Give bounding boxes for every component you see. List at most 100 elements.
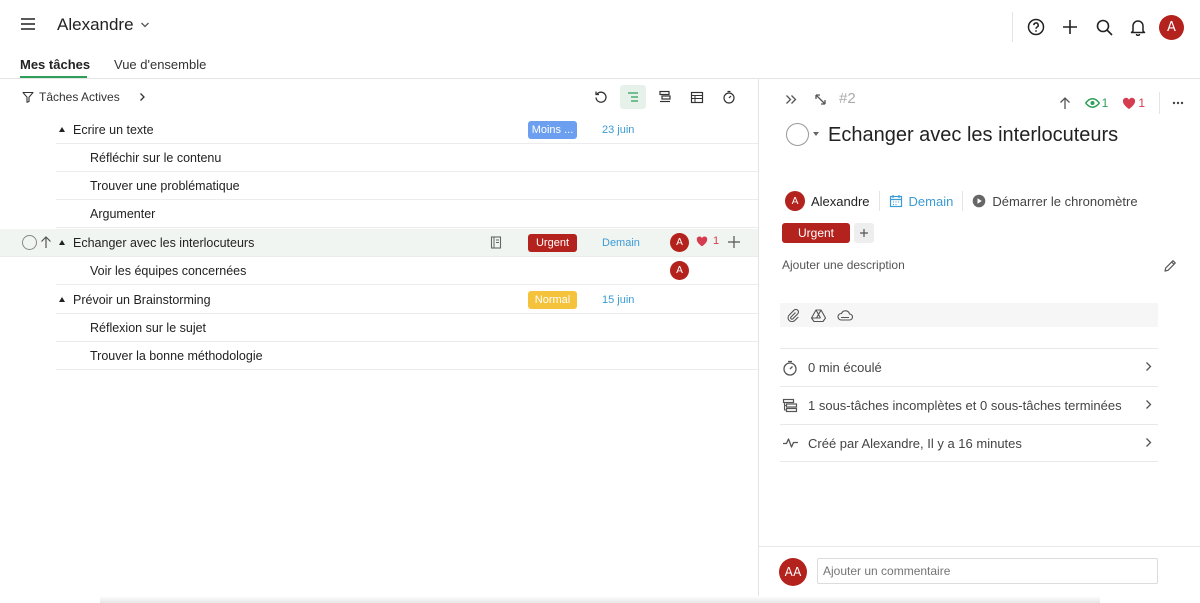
- task-row[interactable]: Prévoir un Brainstorming Normal 15 juin: [56, 286, 758, 314]
- note-icon[interactable]: [490, 236, 502, 249]
- task-title: Voir les équipes concernées: [90, 264, 247, 278]
- view-toolbar: [588, 85, 748, 109]
- add-tag-button[interactable]: [854, 223, 874, 243]
- chevron-right-icon[interactable]: [1145, 399, 1152, 410]
- help-icon[interactable]: [1019, 12, 1053, 42]
- task-title: Trouver une problématique: [90, 179, 240, 193]
- filter-selector[interactable]: Tâches Actives: [22, 90, 146, 104]
- google-drive-icon[interactable]: [811, 308, 826, 322]
- subtask-row[interactable]: Voir les équipes concernées A: [56, 257, 758, 285]
- workspace-selector[interactable]: Alexandre: [57, 15, 150, 35]
- caret-down-icon[interactable]: [813, 132, 819, 136]
- due-date-value: Demain: [908, 193, 954, 209]
- user-avatar[interactable]: A: [1159, 14, 1184, 40]
- task-title: Argumenter: [90, 207, 156, 221]
- table-view-icon[interactable]: [684, 85, 710, 109]
- list-view-icon[interactable]: [620, 85, 646, 109]
- priority-tag[interactable]: Urgent: [782, 223, 850, 243]
- description-field[interactable]: Ajouter une description: [782, 258, 905, 272]
- tab-mes-taches[interactable]: Mes tâches: [20, 57, 90, 72]
- assignee-avatar[interactable]: A: [670, 233, 689, 252]
- start-timer-button[interactable]: Démarrer le chronomètre: [972, 191, 1146, 211]
- chevron-right-icon[interactable]: [1145, 437, 1152, 448]
- subtask-row[interactable]: Réflexion sur le sujet: [56, 314, 758, 342]
- caret-expanded-icon[interactable]: [59, 127, 65, 132]
- workspace-name: Alexandre: [57, 15, 134, 34]
- comment-input[interactable]: [817, 558, 1158, 584]
- expand-icon[interactable]: [814, 93, 827, 106]
- assignee-field[interactable]: A Alexandre: [785, 191, 880, 211]
- task-title: Prévoir un Brainstorming: [73, 293, 211, 307]
- filter-label: Tâches Actives: [39, 90, 120, 104]
- task-title: Trouver la bonne méthodologie: [90, 349, 263, 363]
- timer-icon[interactable]: [716, 85, 742, 109]
- filter-icon: [22, 91, 34, 103]
- likes-count: 1: [1138, 96, 1145, 110]
- stopwatch-icon: [782, 360, 808, 376]
- watchers[interactable]: 1: [1084, 96, 1108, 110]
- chevron-right-icon[interactable]: [1145, 361, 1152, 372]
- task-title: Echanger avec les interlocuteurs: [73, 236, 255, 250]
- priority-badge[interactable]: Normal: [528, 291, 577, 309]
- refresh-icon[interactable]: [588, 85, 614, 109]
- due-date[interactable]: Demain: [602, 237, 640, 249]
- comment-bar: AA: [759, 546, 1200, 603]
- add-icon[interactable]: [727, 235, 741, 249]
- edit-icon[interactable]: [1163, 259, 1177, 273]
- bell-icon[interactable]: [1121, 12, 1155, 42]
- task-meta: A Alexandre Demain Démarrer le chronomèt…: [785, 191, 1156, 211]
- complete-checkbox[interactable]: [786, 123, 809, 146]
- caret-expanded-icon[interactable]: [59, 240, 65, 245]
- collapse-panel-icon[interactable]: [785, 94, 797, 105]
- calendar-icon: [889, 194, 903, 208]
- priority-badge[interactable]: Moins ...: [528, 121, 577, 139]
- due-date[interactable]: 15 juin: [602, 294, 634, 306]
- subtask-row[interactable]: Argumenter: [56, 200, 758, 228]
- likes-count: 1: [713, 235, 720, 247]
- top-actions: A: [1012, 12, 1184, 42]
- chevron-right-icon[interactable]: [139, 92, 146, 102]
- task-title: Réfléchir sur le contenu: [90, 151, 222, 165]
- more-options-icon[interactable]: [1172, 101, 1184, 105]
- cloud-icon[interactable]: [837, 309, 853, 321]
- tab-vue-ensemble[interactable]: Vue d'ensemble: [114, 57, 206, 72]
- due-date[interactable]: 23 juin: [602, 124, 634, 136]
- add-icon[interactable]: [1053, 12, 1087, 42]
- heart-icon: [1122, 97, 1136, 110]
- caret-expanded-icon[interactable]: [59, 297, 65, 302]
- bottom-shadow: [100, 596, 1100, 603]
- detail-toolbar: #2 1 1: [759, 79, 1200, 121]
- subtask-row[interactable]: Trouver la bonne méthodologie: [56, 342, 758, 370]
- priority-badge[interactable]: Urgent: [528, 234, 577, 252]
- assignee-name: Alexandre: [811, 193, 870, 209]
- task-detail-title[interactable]: Echanger avec les interlocuteurs: [828, 121, 1128, 150]
- subtasks-summary: 1 sous-tâches incomplètes et 0 sous-tâch…: [808, 398, 1122, 413]
- search-icon[interactable]: [1087, 12, 1121, 42]
- assignee-avatar: A: [785, 191, 805, 211]
- subtask-row[interactable]: Réfléchir sur le contenu: [56, 144, 758, 172]
- likes[interactable]: 1: [1122, 96, 1145, 110]
- assignee-avatar[interactable]: A: [670, 261, 689, 280]
- menu-icon[interactable]: [20, 17, 36, 31]
- task-number: #2: [839, 90, 856, 107]
- time-spent-row[interactable]: 0 min écoulé: [780, 348, 1158, 386]
- subtask-row[interactable]: Trouver une problématique: [56, 172, 758, 200]
- likes[interactable]: 1: [696, 235, 719, 247]
- task-row-selected[interactable]: Echanger avec les interlocuteurs Urgent …: [0, 229, 758, 257]
- task-title: Réflexion sur le sujet: [90, 321, 207, 335]
- detail-actions: 1 1: [1059, 92, 1184, 114]
- divider: [1159, 92, 1160, 114]
- hierarchy-view-icon[interactable]: [652, 85, 678, 109]
- arrow-up-icon[interactable]: [1059, 96, 1071, 110]
- subtasks-row[interactable]: 1 sous-tâches incomplètes et 0 sous-tâch…: [780, 386, 1158, 424]
- tab-bar: Mes tâches Vue d'ensemble: [0, 52, 1200, 79]
- activity-row[interactable]: Créé par Alexandre, Il y a 16 minutes: [780, 424, 1158, 462]
- attachments-bar: [780, 303, 1158, 327]
- task-detail-pane: #2 1 1 Echanger avec les interlocuteurs …: [759, 79, 1200, 603]
- arrow-up-icon[interactable]: [40, 235, 52, 249]
- task-row[interactable]: Ecrire un texte Moins ... 23 juin: [56, 116, 758, 144]
- complete-checkbox[interactable]: [22, 235, 37, 250]
- due-date-field[interactable]: Demain: [889, 191, 964, 211]
- paperclip-icon[interactable]: [786, 308, 800, 322]
- top-bar: Alexandre A: [0, 0, 1200, 52]
